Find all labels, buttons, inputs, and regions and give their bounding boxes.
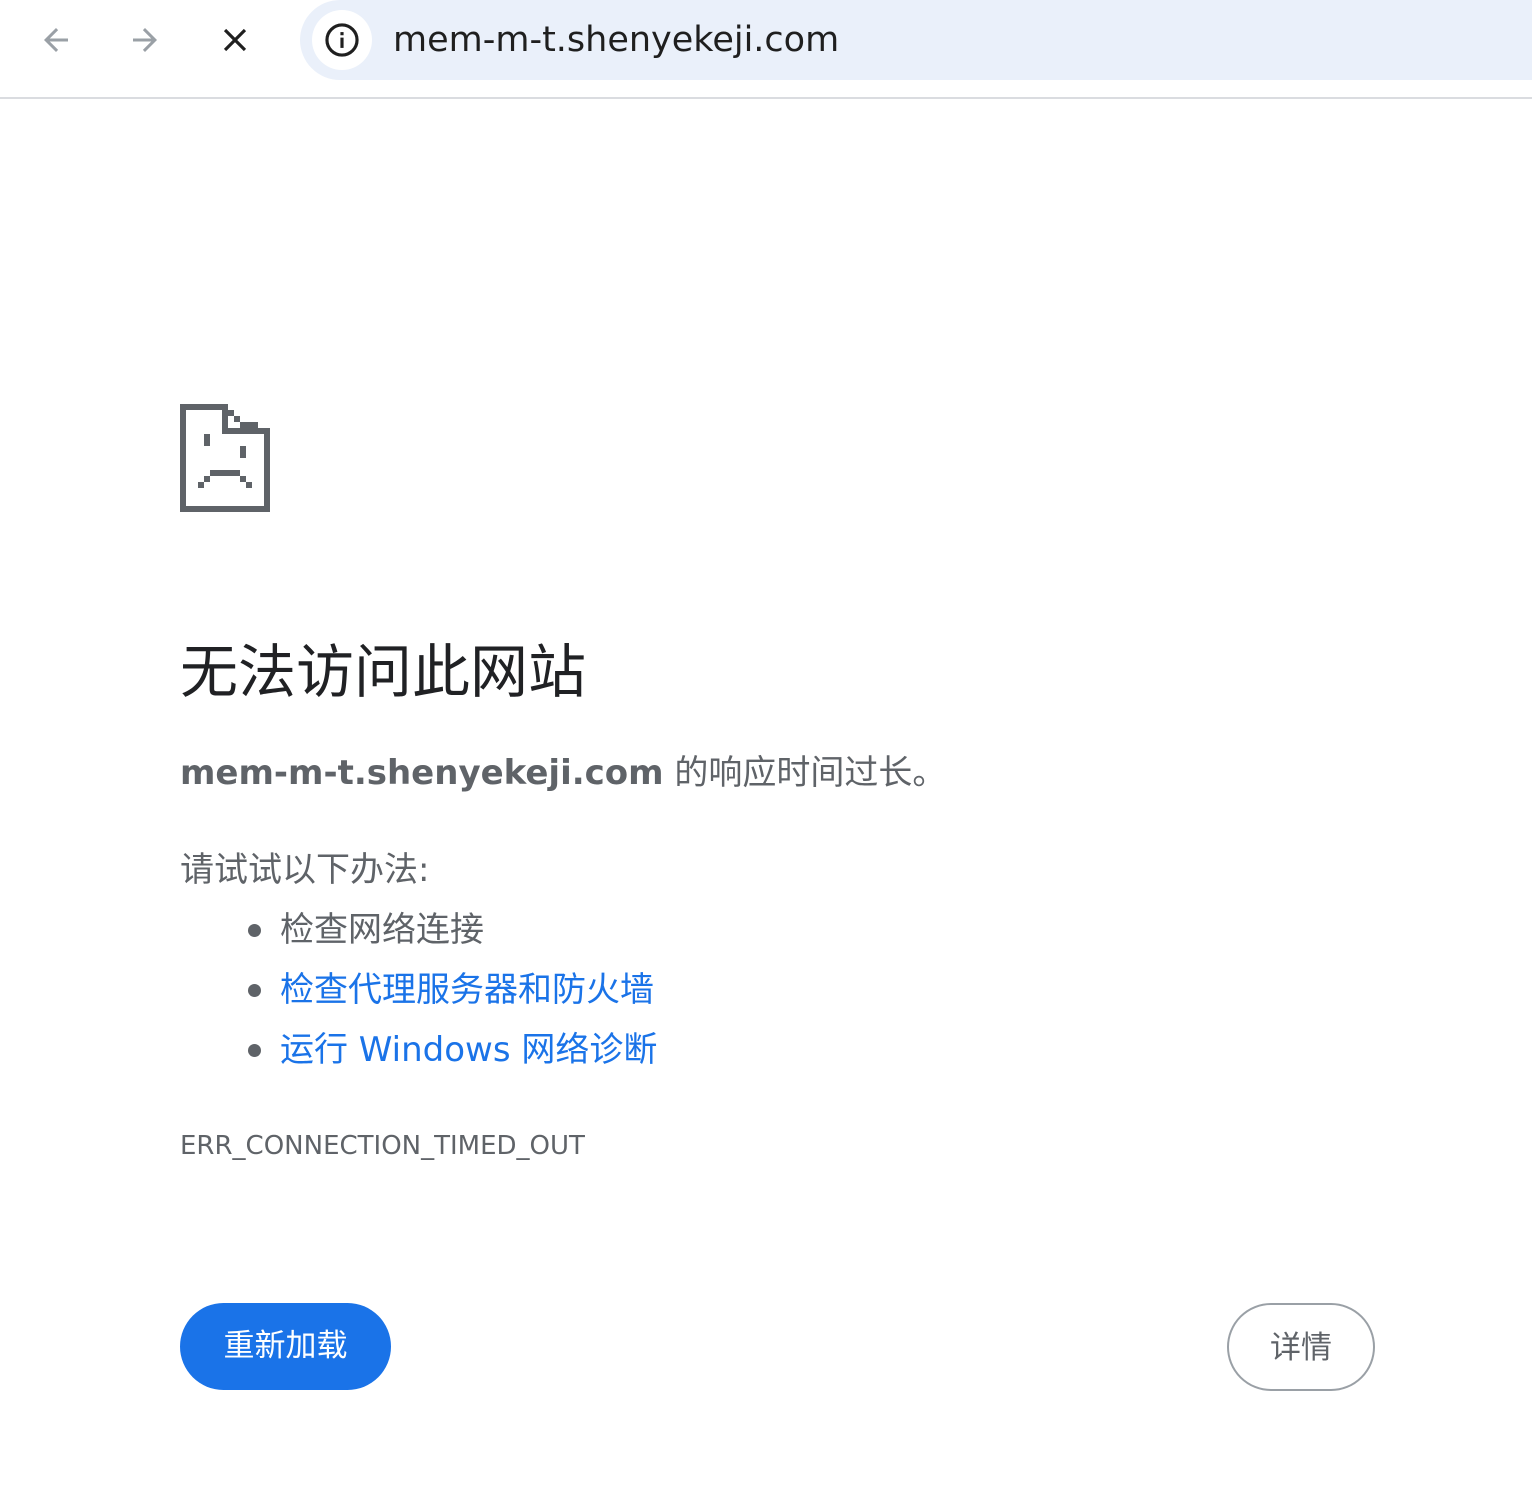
site-info-button[interactable] bbox=[312, 10, 372, 70]
bullet-icon bbox=[248, 924, 261, 937]
sad-page-icon bbox=[180, 404, 270, 512]
info-circle-icon bbox=[325, 23, 359, 57]
error-summary-suffix: 的响应时间过长。 bbox=[663, 753, 947, 793]
details-button[interactable]: 详情 bbox=[1227, 1303, 1375, 1391]
error-code: ERR_CONNECTION_TIMED_OUT bbox=[180, 1131, 585, 1161]
back-button[interactable] bbox=[28, 12, 84, 68]
bullet-icon bbox=[248, 1044, 261, 1057]
forward-button[interactable] bbox=[117, 12, 173, 68]
suggestion-item-check-proxy: 检查代理服务器和防火墙 bbox=[180, 964, 657, 1024]
browser-toolbar: mem-m-t.shenyekeji.com bbox=[0, 0, 1532, 99]
arrow-left-icon bbox=[44, 28, 68, 52]
error-title: 无法访问此网站 bbox=[180, 638, 587, 706]
error-host: mem-m-t.shenyekeji.com bbox=[180, 753, 664, 793]
reload-button[interactable]: 重新加载 bbox=[180, 1303, 391, 1390]
arrow-right-icon bbox=[133, 28, 157, 52]
error-summary: mem-m-t.shenyekeji.com 的响应时间过长。 bbox=[180, 750, 946, 796]
suggestion-label: 检查网络连接 bbox=[280, 910, 484, 950]
suggestion-item-windows-diagnostics: 运行 Windows 网络诊断 bbox=[180, 1024, 657, 1084]
bullet-icon bbox=[248, 984, 261, 997]
address-bar[interactable]: mem-m-t.shenyekeji.com bbox=[300, 0, 1532, 80]
windows-network-diagnostics-link[interactable]: 运行 Windows 网络诊断 bbox=[280, 1030, 657, 1070]
url-text[interactable]: mem-m-t.shenyekeji.com bbox=[393, 18, 839, 62]
suggestions-list: 检查网络连接 检查代理服务器和防火墙 运行 Windows 网络诊断 bbox=[180, 904, 657, 1084]
close-icon bbox=[223, 28, 247, 52]
suggestions-heading: 请试试以下办法: bbox=[180, 850, 430, 890]
suggestion-item-check-network: 检查网络连接 bbox=[180, 904, 657, 964]
check-proxy-firewall-link[interactable]: 检查代理服务器和防火墙 bbox=[280, 970, 654, 1010]
stop-loading-button[interactable] bbox=[207, 12, 263, 68]
